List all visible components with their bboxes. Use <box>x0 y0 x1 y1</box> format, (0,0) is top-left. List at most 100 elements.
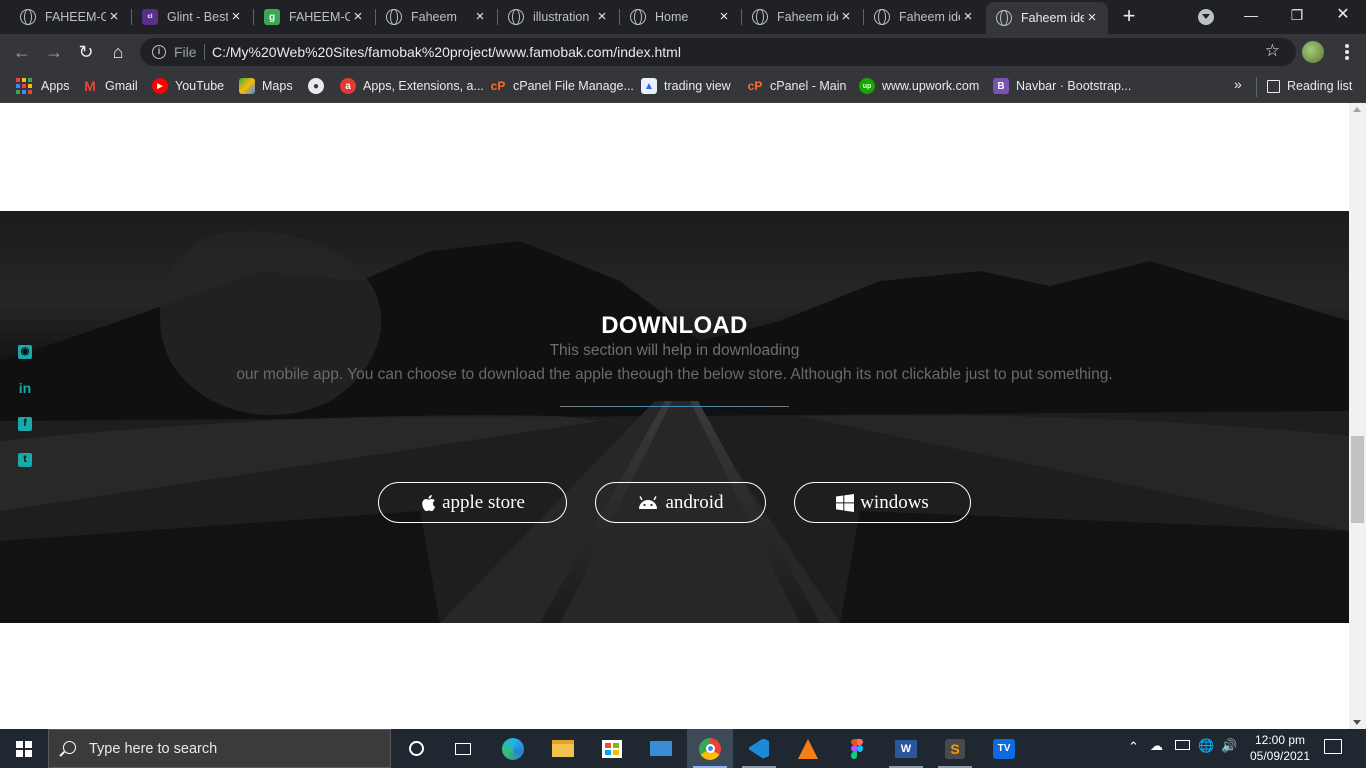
windows-icon <box>836 493 855 512</box>
scroll-thumb[interactable] <box>1351 436 1364 523</box>
microsoft-store-icon[interactable] <box>589 729 635 768</box>
tradingview-icon: ▲ <box>641 78 657 94</box>
windows-label: windows <box>860 491 929 513</box>
mail-icon[interactable] <box>638 729 684 768</box>
twitter-icon[interactable]: t <box>18 453 32 467</box>
reading-list-button[interactable]: Reading list <box>1267 76 1352 96</box>
linkedin-icon[interactable]: in <box>18 381 32 395</box>
cpanel-icon: cP <box>747 79 763 93</box>
figma-icon[interactable] <box>834 729 880 768</box>
tab-5[interactable]: illustration × <box>498 0 618 34</box>
bookmark-apps[interactable]: Apps <box>16 76 70 96</box>
scroll-down-arrow-icon[interactable] <box>1353 720 1361 725</box>
download-description-line1: This section will help in downloading <box>549 342 800 359</box>
vscode-icon[interactable] <box>736 729 782 768</box>
notifications-icon[interactable] <box>1324 739 1342 754</box>
browser-toolbar: ← → ↻ ⌂ i File C:/My%20Web%20Sites/famob… <box>0 34 1366 70</box>
minimize-button[interactable]: — <box>1228 0 1274 30</box>
scroll-up-arrow-icon[interactable] <box>1353 107 1361 112</box>
bookmark-bootstrap[interactable]: B Navbar · Bootstrap... <box>993 76 1131 96</box>
bookmark-globe[interactable]: ● <box>308 76 331 96</box>
bookmarks-overflow-button[interactable]: » <box>1234 76 1242 92</box>
back-button[interactable]: ← <box>9 39 35 65</box>
vlc-icon[interactable] <box>785 729 831 768</box>
restore-button[interactable]: ❐ <box>1274 0 1320 30</box>
page-scrollbar[interactable] <box>1349 103 1366 729</box>
g-favicon-icon: g <box>264 9 280 25</box>
close-icon[interactable]: × <box>472 9 488 25</box>
globe-icon <box>386 9 402 25</box>
word-icon[interactable]: W <box>883 729 929 768</box>
bookmark-star-icon[interactable]: ☆ <box>1265 41 1280 61</box>
clock-date: 05/09/2021 <box>1249 749 1311 763</box>
apple-store-label: apple store <box>442 491 525 513</box>
bookmark-gmail[interactable]: M Gmail <box>82 76 138 96</box>
tab-2[interactable]: cl Glint - Best × <box>132 0 252 34</box>
network-icon[interactable]: 🌐 <box>1198 738 1214 754</box>
bookmark-cpanel-main[interactable]: cP cPanel - Main <box>747 76 847 96</box>
facebook-icon[interactable]: f <box>18 417 32 431</box>
bookmark-apps-extensions[interactable]: a Apps, Extensions, a... <box>340 76 484 96</box>
bookmark-youtube[interactable]: ▶ YouTube <box>152 76 224 96</box>
bookmarks-bar: Apps M Gmail ▶ YouTube Maps ● a Apps, Ex… <box>0 70 1366 103</box>
close-icon[interactable]: × <box>228 9 244 25</box>
close-window-button[interactable]: ✕ <box>1320 0 1366 30</box>
tab-7[interactable]: Faheem idea × <box>742 0 862 34</box>
show-hidden-icons-icon[interactable]: ⌃ <box>1128 739 1139 755</box>
chrome-taskbar-icon[interactable] <box>687 729 733 768</box>
tab-3[interactable]: g FAHEEM-GLINT × <box>254 0 374 34</box>
bookmark-label: cPanel - Main <box>770 79 847 93</box>
chrome-menu-icon[interactable] <box>1338 42 1356 62</box>
volume-icon[interactable]: 🔊 <box>1221 738 1237 754</box>
profile-avatar[interactable] <box>1302 41 1324 63</box>
tab-4[interactable]: Faheem × <box>376 0 496 34</box>
forward-button[interactable]: → <box>41 39 67 65</box>
close-icon[interactable]: × <box>960 9 976 25</box>
new-tab-button[interactable]: + <box>1118 5 1140 27</box>
tab-1[interactable]: FAHEEM-GLINT × <box>10 0 130 34</box>
onedrive-icon[interactable]: ☁ <box>1150 738 1163 754</box>
tab-search-icon[interactable] <box>1198 9 1214 25</box>
sublime-text-icon[interactable]: S <box>932 729 978 768</box>
windows-button[interactable]: windows <box>794 482 971 523</box>
cortana-icon[interactable] <box>393 729 439 768</box>
bookmark-cpanel-file[interactable]: cP cPanel File Manage... <box>490 76 634 96</box>
address-bar[interactable]: i File C:/My%20Web%20Sites/famobak%20pro… <box>140 38 1296 66</box>
close-icon[interactable]: × <box>1084 10 1100 26</box>
tab-9-active[interactable]: Faheem idea × <box>986 2 1108 34</box>
globe-icon <box>508 9 524 25</box>
instagram-icon[interactable]: ◉ <box>18 345 32 359</box>
tab-6[interactable]: Home × <box>620 0 740 34</box>
close-icon[interactable]: × <box>106 9 122 25</box>
teamviewer-icon[interactable]: TV <box>981 729 1027 768</box>
info-icon[interactable]: i <box>152 45 166 59</box>
bookmark-maps[interactable]: Maps <box>239 76 293 96</box>
close-icon[interactable]: × <box>716 9 732 25</box>
file-explorer-icon[interactable] <box>540 729 586 768</box>
close-icon[interactable]: × <box>594 9 610 25</box>
tab-8[interactable]: Faheem idea × <box>864 0 984 34</box>
apps-grid-icon <box>16 78 32 94</box>
tab-title: illustration <box>533 10 590 24</box>
battery-icon[interactable] <box>1175 740 1190 750</box>
bookmark-trading-view[interactable]: ▲ trading view <box>641 76 731 96</box>
tab-title: Faheem idea <box>899 10 960 24</box>
tab-title: Glint - Best <box>167 10 228 24</box>
bookmark-upwork[interactable]: up www.upwork.com <box>859 76 979 96</box>
windows-start-icon[interactable] <box>16 741 32 757</box>
reload-button[interactable]: ↻ <box>73 39 99 65</box>
close-icon[interactable]: × <box>838 9 854 25</box>
apple-store-button[interactable]: apple store <box>378 482 567 523</box>
tab-title: Faheem idea <box>777 10 838 24</box>
home-button[interactable]: ⌂ <box>105 39 131 65</box>
url-text[interactable]: C:/My%20Web%20Sites/famobak%20project/ww… <box>212 44 681 60</box>
bootstrap-icon: B <box>993 78 1009 94</box>
close-icon[interactable]: × <box>350 9 366 25</box>
task-view-icon[interactable] <box>440 729 486 768</box>
upwork-icon: up <box>859 78 875 94</box>
system-clock[interactable]: 12:00 pm 05/09/2021 <box>1246 732 1314 764</box>
taskbar-search-box[interactable]: Type here to search <box>48 729 391 768</box>
globe-icon <box>752 9 768 25</box>
android-button[interactable]: android <box>595 482 766 523</box>
edge-icon[interactable] <box>490 729 536 768</box>
